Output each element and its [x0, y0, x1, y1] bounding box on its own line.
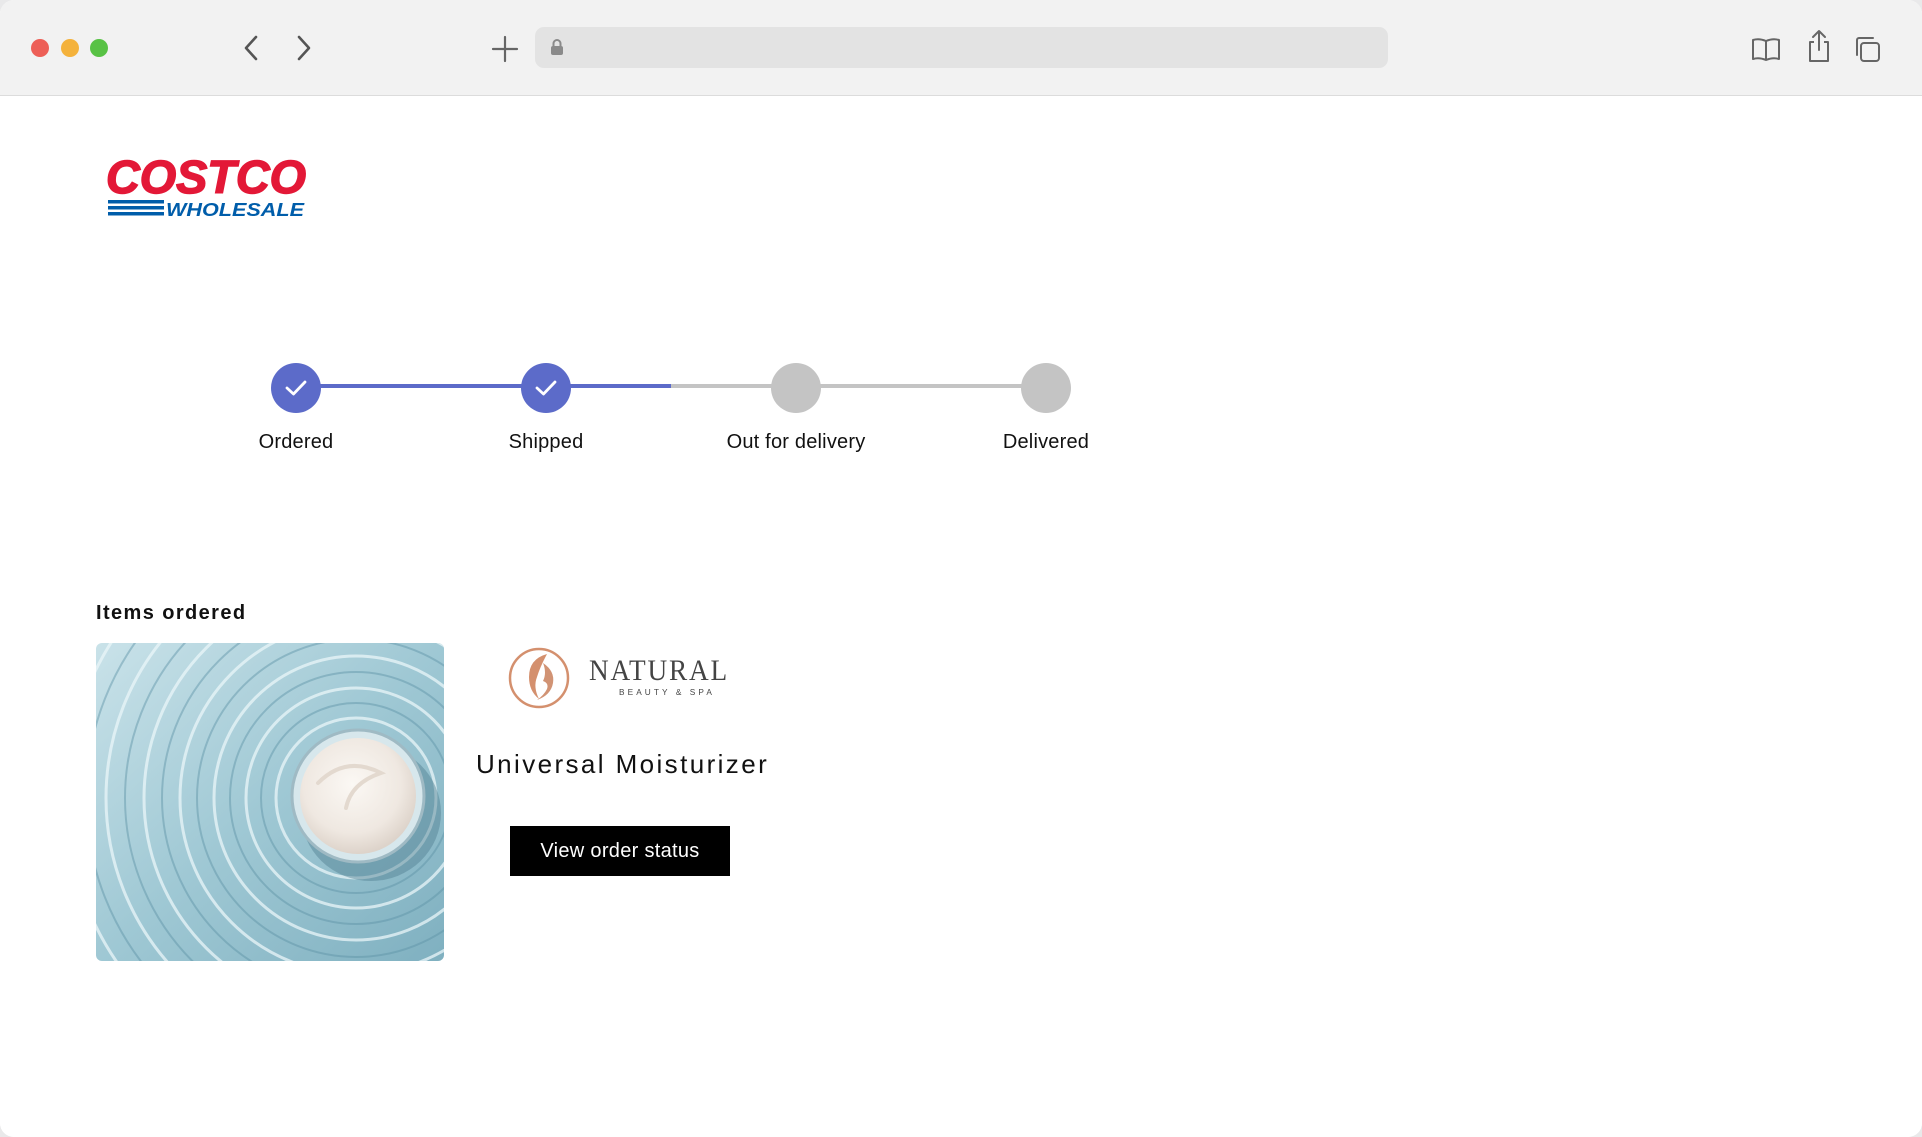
step-label: Shipped: [508, 431, 584, 453]
zoom-window-button[interactable]: [90, 39, 108, 57]
brand-tagline: BEAUTY & SPA: [619, 688, 715, 697]
costco-logo[interactable]: COSTCO WHOLESALE: [104, 150, 310, 225]
step-label: Ordered: [258, 431, 334, 453]
pending-step-dot: [1021, 363, 1071, 413]
check-icon: [521, 363, 571, 413]
items-ordered-heading: Items ordered: [96, 602, 247, 624]
forward-arrow-icon[interactable]: [289, 32, 319, 64]
step-ordered: Ordered: [196, 363, 396, 454]
pending-step-dot: [771, 363, 821, 413]
tabs-icon[interactable]: [1851, 33, 1883, 65]
product-image[interactable]: [96, 643, 444, 961]
plus-icon[interactable]: [488, 32, 522, 66]
address-bar[interactable]: [535, 27, 1388, 68]
share-icon[interactable]: [1803, 28, 1835, 64]
close-window-button[interactable]: [31, 39, 49, 57]
page-content: COSTCO WHOLESALE Ordered Shipped Out for…: [0, 97, 1922, 1137]
check-icon: [271, 363, 321, 413]
minimize-window-button[interactable]: [61, 39, 79, 57]
step-out-for-delivery: Out for delivery: [696, 363, 896, 454]
step-delivered: Delivered: [946, 363, 1146, 454]
brand-logo: NATURAL BEAUTY & SPA: [507, 645, 733, 711]
back-arrow-icon[interactable]: [236, 32, 266, 64]
step-label: Out for delivery: [726, 431, 866, 453]
step-label: Delivered: [1002, 431, 1090, 453]
product-name: Universal Moisturizer: [476, 749, 770, 779]
reader-icon[interactable]: [1750, 33, 1782, 65]
view-order-status-button[interactable]: View order status: [510, 826, 730, 876]
browser-toolbar: [0, 0, 1922, 96]
browser-window: COSTCO WHOLESALE Ordered Shipped Out for…: [0, 0, 1922, 1137]
lock-icon: [550, 38, 564, 61]
step-shipped: Shipped: [446, 363, 646, 454]
brand-name: NATURAL: [589, 654, 729, 687]
logo-line2: WHOLESALE: [166, 200, 305, 220]
logo-line1: COSTCO: [106, 153, 306, 203]
